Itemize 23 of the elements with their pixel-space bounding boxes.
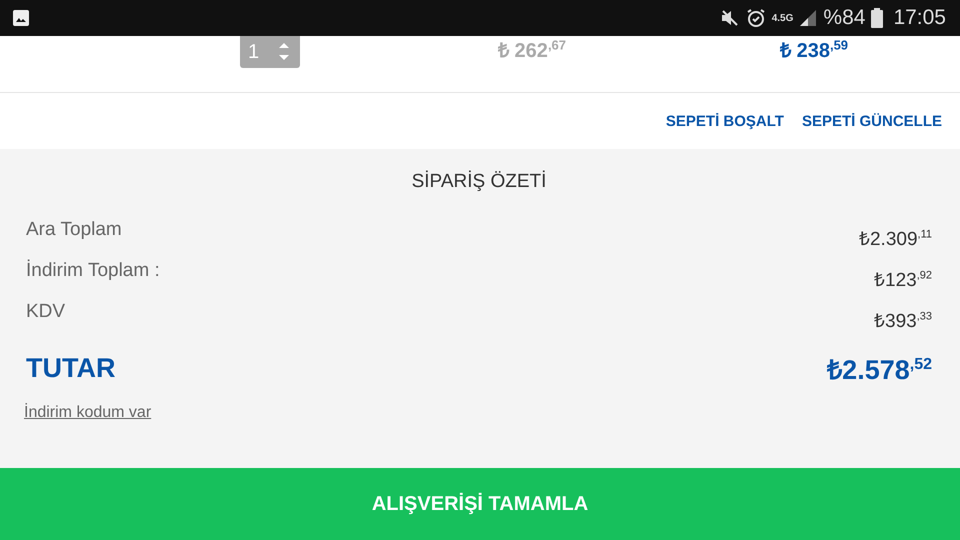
alarm-icon xyxy=(746,8,766,28)
summary-value: ₺2.309$^{,11}$ xyxy=(858,228,932,251)
total-value: ₺2.578$^{,52}$ xyxy=(827,354,932,386)
coupon-link[interactable]: İndirim kodum var xyxy=(24,404,152,422)
summary-label: İndirim Toplam : xyxy=(26,260,160,282)
image-icon xyxy=(12,9,30,27)
total-label: TUTAR xyxy=(26,352,116,384)
battery-percent: %84 xyxy=(823,6,866,30)
clock: 17:05 xyxy=(893,6,946,30)
battery-icon xyxy=(871,8,884,28)
summary-title: SİPARİŞ ÖZETİ xyxy=(410,171,548,193)
summary-label: KDV xyxy=(26,301,66,323)
mute-icon xyxy=(720,9,740,27)
item-price: ₺ 238$^{,59}$ xyxy=(780,36,848,63)
old-price: ₺ 262$^{,67}$ xyxy=(498,36,566,63)
signal-icon xyxy=(799,9,818,27)
network-label: 4.5G xyxy=(772,12,794,24)
summary-value: ₺123$^{,92}$ xyxy=(874,268,932,292)
stepper-arrows-icon xyxy=(278,41,290,63)
cart-action-link[interactable]: SEPETİ BOŞALT xyxy=(666,112,784,130)
summary-value: ₺393$^{,33}$ xyxy=(874,310,932,333)
summary-label: Ara Toplam xyxy=(26,219,122,241)
cart-action-link[interactable]: SEPETİ GÜNCELLE xyxy=(802,112,942,130)
